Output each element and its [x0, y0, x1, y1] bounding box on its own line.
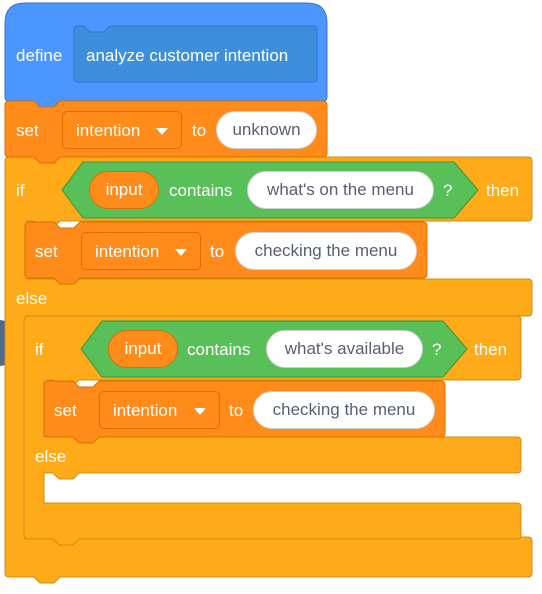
custom-block-name: analyze customer intention: [86, 46, 289, 65]
else-keyword: else: [16, 289, 48, 308]
set-keyword: set: [35, 242, 58, 261]
then-keyword: then: [486, 181, 520, 200]
input-reporter[interactable]: input: [108, 330, 178, 368]
variable-name: intention: [113, 401, 178, 420]
set-keyword: set: [54, 401, 77, 420]
variable-name: intention: [76, 121, 141, 140]
caret-down-icon: [156, 128, 168, 135]
contains-text-input[interactable]: what's on the menu: [247, 171, 434, 209]
to-keyword: to: [229, 401, 244, 420]
caret-down-icon: [175, 249, 187, 256]
set-keyword: set: [16, 121, 39, 140]
input-reporter[interactable]: input: [89, 171, 159, 209]
then-keyword: then: [474, 340, 508, 359]
variable-dropdown[interactable]: intention: [62, 111, 182, 149]
contains-keyword: contains: [187, 340, 251, 359]
contains-text-input[interactable]: what's available: [266, 330, 423, 368]
to-keyword: to: [210, 242, 225, 261]
variable-dropdown[interactable]: intention: [99, 391, 220, 429]
empty-else-slot[interactable]: [44, 473, 521, 503]
question-mark: ?: [443, 181, 453, 200]
custom-block-prototype[interactable]: analyze customer intention: [73, 25, 318, 83]
define-keyword: define: [16, 46, 63, 65]
if-keyword: if: [35, 340, 44, 359]
value-input[interactable]: unknown: [216, 111, 317, 149]
value-input[interactable]: checking the menu: [235, 232, 417, 270]
contains-keyword: contains: [169, 181, 233, 200]
caret-down-icon: [194, 408, 206, 415]
to-keyword: to: [192, 121, 207, 140]
value-input[interactable]: checking the menu: [253, 391, 435, 429]
if-keyword: if: [16, 181, 25, 200]
else-keyword: else: [35, 447, 67, 466]
variable-dropdown[interactable]: intention: [81, 232, 201, 270]
question-mark: ?: [432, 340, 442, 359]
variable-name: intention: [95, 242, 160, 261]
